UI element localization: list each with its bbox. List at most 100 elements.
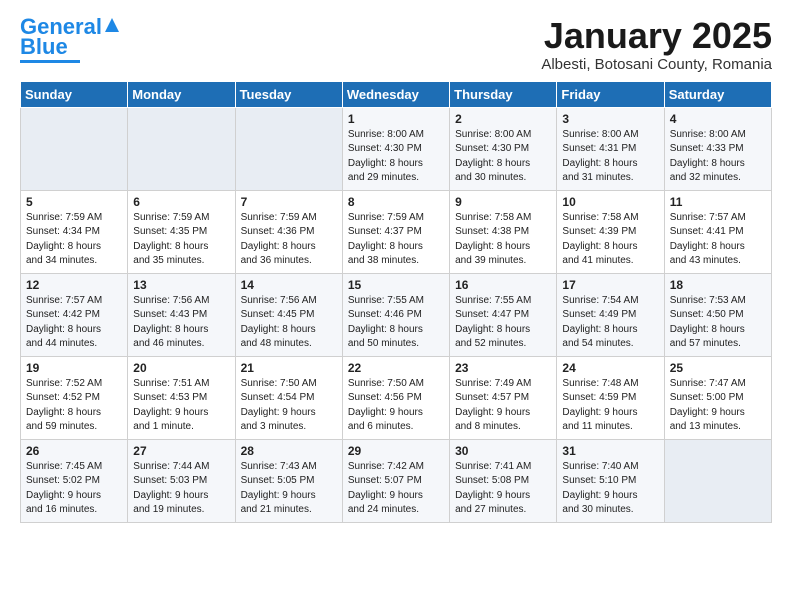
day-number: 22 [348,361,444,375]
calendar-cell: 1Sunrise: 8:00 AM Sunset: 4:30 PM Daylig… [342,107,449,190]
day-info: Sunrise: 7:41 AM Sunset: 5:08 PM Dayligh… [455,460,551,518]
day-number: 5 [26,195,122,209]
calendar-cell [21,107,128,190]
day-number: 11 [670,195,766,209]
day-info: Sunrise: 7:49 AM Sunset: 4:57 PM Dayligh… [455,377,551,435]
day-info: Sunrise: 7:58 AM Sunset: 4:39 PM Dayligh… [562,211,658,269]
day-info: Sunrise: 8:00 AM Sunset: 4:33 PM Dayligh… [670,128,766,186]
day-info: Sunrise: 7:44 AM Sunset: 5:03 PM Dayligh… [133,460,229,518]
weekday-header-row: SundayMondayTuesdayWednesdayThursdayFrid… [21,81,772,107]
calendar-cell: 31 Sunrise: 7:40 AM Sunset: 5:10 PM Dayli… [557,439,664,522]
calendar-cell: 20 Sunrise: 7:51 AM Sunset: 4:53 PM Dayli… [128,356,235,439]
weekday-header: Sunday [21,81,128,107]
calendar-week-row: 5 Sunrise: 7:59 AM Sunset: 4:34 PM Daylig… [21,190,772,273]
day-number: 10 [562,195,658,209]
calendar-cell: 14 Sunrise: 7:56 AM Sunset: 4:45 PM Dayli… [235,273,342,356]
day-number: 3 [562,112,658,126]
calendar-cell: 7Sunrise: 7:59 AM Sunset: 4:36 PM Daylig… [235,190,342,273]
day-info: Sunrise: 7:45 AM Sunset: 5:02 PM Dayligh… [26,460,122,518]
day-number: 8 [348,195,444,209]
calendar-week-row: 26 Sunrise: 7:45 AM Sunset: 5:02 PM Dayli… [21,439,772,522]
calendar-cell: 22Sunrise: 7:50 AM Sunset: 4:56 PM Dayli… [342,356,449,439]
calendar-cell: 23 Sunrise: 7:49 AM Sunset: 4:57 PM Dayli… [450,356,557,439]
day-info: Sunrise: 7:40 AM Sunset: 5:10 PM Dayligh… [562,460,658,518]
day-number: 13 [133,278,229,292]
day-number: 15 [348,278,444,292]
calendar-cell: 26 Sunrise: 7:45 AM Sunset: 5:02 PM Dayli… [21,439,128,522]
header: General Blue January 2025 Albesti, Botos… [20,16,772,73]
day-number: 27 [133,444,229,458]
day-info: Sunrise: 7:58 AM Sunset: 4:38 PM Dayligh… [455,211,551,269]
day-info: Sunrise: 7:59 AM Sunset: 4:35 PM Dayligh… [133,211,229,269]
day-number: 30 [455,444,551,458]
calendar-cell: 2Sunrise: 8:00 AM Sunset: 4:30 PM Daylig… [450,107,557,190]
calendar-cell: 27 Sunrise: 7:44 AM Sunset: 5:03 PM Dayli… [128,439,235,522]
logo: General Blue [20,16,121,63]
calendar-cell: 24 Sunrise: 7:48 AM Sunset: 4:59 PM Dayli… [557,356,664,439]
weekday-header: Thursday [450,81,557,107]
day-number: 29 [348,444,444,458]
calendar-cell [664,439,771,522]
day-info: Sunrise: 7:59 AM Sunset: 4:34 PM Dayligh… [26,211,122,269]
day-number: 28 [241,444,337,458]
day-info: Sunrise: 7:51 AM Sunset: 4:53 PM Dayligh… [133,377,229,435]
day-number: 2 [455,112,551,126]
day-info: Sunrise: 8:00 AM Sunset: 4:30 PM Dayligh… [348,128,444,186]
calendar-cell: 16Sunrise: 7:55 AM Sunset: 4:47 PM Dayli… [450,273,557,356]
calendar-cell: 9 Sunrise: 7:58 AM Sunset: 4:38 PM Daylig… [450,190,557,273]
weekday-header: Wednesday [342,81,449,107]
calendar-cell: 17 Sunrise: 7:54 AM Sunset: 4:49 PM Dayli… [557,273,664,356]
day-number: 6 [133,195,229,209]
day-info: Sunrise: 7:57 AM Sunset: 4:42 PM Dayligh… [26,294,122,352]
day-info: Sunrise: 7:48 AM Sunset: 4:59 PM Dayligh… [562,377,658,435]
calendar-week-row: 19Sunrise: 7:52 AM Sunset: 4:52 PM Dayli… [21,356,772,439]
day-number: 31 [562,444,658,458]
day-number: 12 [26,278,122,292]
calendar-cell: 11Sunrise: 7:57 AM Sunset: 4:41 PM Dayli… [664,190,771,273]
day-info: Sunrise: 7:50 AM Sunset: 4:54 PM Dayligh… [241,377,337,435]
calendar-cell: 18 Sunrise: 7:53 AM Sunset: 4:50 PM Dayli… [664,273,771,356]
calendar-week-row: 1Sunrise: 8:00 AM Sunset: 4:30 PM Daylig… [21,107,772,190]
calendar-subtitle: Albesti, Botosani County, Romania [541,56,772,73]
calendar-cell: 30 Sunrise: 7:41 AM Sunset: 5:08 PM Dayli… [450,439,557,522]
day-info: Sunrise: 7:47 AM Sunset: 5:00 PM Dayligh… [670,377,766,435]
calendar-title: January 2025 [541,16,772,56]
day-number: 18 [670,278,766,292]
weekday-header: Tuesday [235,81,342,107]
day-number: 24 [562,361,658,375]
day-number: 26 [26,444,122,458]
calendar-cell: 4 Sunrise: 8:00 AM Sunset: 4:33 PM Daylig… [664,107,771,190]
day-number: 9 [455,195,551,209]
logo-blue: Blue [20,36,68,58]
day-number: 23 [455,361,551,375]
weekday-header: Monday [128,81,235,107]
calendar-cell: 6 Sunrise: 7:59 AM Sunset: 4:35 PM Daylig… [128,190,235,273]
day-number: 4 [670,112,766,126]
calendar-cell [235,107,342,190]
day-number: 25 [670,361,766,375]
calendar-cell: 28 Sunrise: 7:43 AM Sunset: 5:05 PM Dayli… [235,439,342,522]
weekday-header: Saturday [664,81,771,107]
calendar-cell: 12 Sunrise: 7:57 AM Sunset: 4:42 PM Dayli… [21,273,128,356]
calendar-cell: 29 Sunrise: 7:42 AM Sunset: 5:07 PM Dayli… [342,439,449,522]
calendar-table: SundayMondayTuesdayWednesdayThursdayFrid… [20,81,772,523]
calendar-cell: 10 Sunrise: 7:58 AM Sunset: 4:39 PM Dayli… [557,190,664,273]
day-number: 7 [241,195,337,209]
title-block: January 2025 Albesti, Botosani County, R… [541,16,772,73]
day-info: Sunrise: 7:43 AM Sunset: 5:05 PM Dayligh… [241,460,337,518]
day-info: Sunrise: 7:53 AM Sunset: 4:50 PM Dayligh… [670,294,766,352]
day-info: Sunrise: 7:52 AM Sunset: 4:52 PM Dayligh… [26,377,122,435]
day-info: Sunrise: 7:55 AM Sunset: 4:46 PM Dayligh… [348,294,444,352]
day-number: 17 [562,278,658,292]
day-info: Sunrise: 7:59 AM Sunset: 4:37 PM Dayligh… [348,211,444,269]
calendar-cell: 13Sunrise: 7:56 AM Sunset: 4:43 PM Dayli… [128,273,235,356]
logo-underline [20,60,80,63]
day-info: Sunrise: 7:42 AM Sunset: 5:07 PM Dayligh… [348,460,444,518]
day-number: 20 [133,361,229,375]
calendar-cell: 21Sunrise: 7:50 AM Sunset: 4:54 PM Dayli… [235,356,342,439]
logo-triangle-icon [103,16,121,34]
calendar-week-row: 12 Sunrise: 7:57 AM Sunset: 4:42 PM Dayli… [21,273,772,356]
day-number: 14 [241,278,337,292]
day-info: Sunrise: 7:54 AM Sunset: 4:49 PM Dayligh… [562,294,658,352]
day-info: Sunrise: 7:56 AM Sunset: 4:45 PM Dayligh… [241,294,337,352]
